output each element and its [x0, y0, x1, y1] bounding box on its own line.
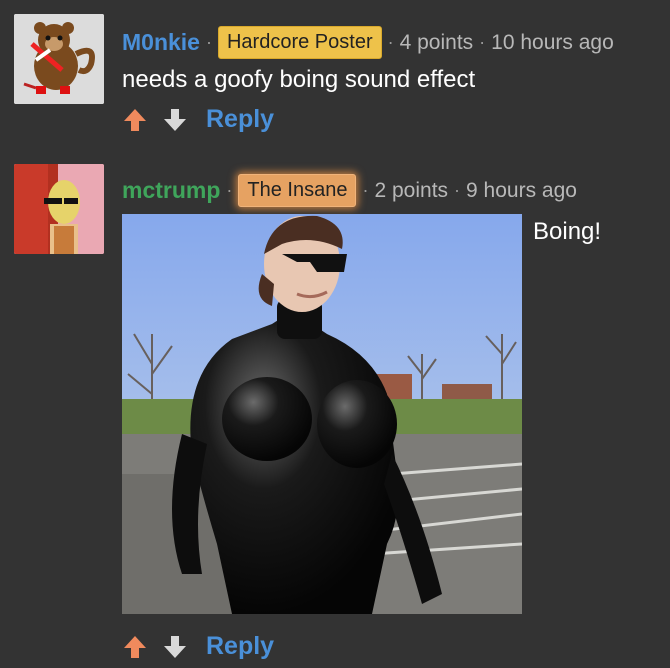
- photo-woman-latex-suit: [122, 214, 522, 614]
- user-badge: The Insane: [238, 174, 357, 207]
- character-avatar-image: [14, 164, 104, 254]
- user-badge: Hardcore Poster: [217, 26, 382, 59]
- embedded-media[interactable]: [122, 214, 522, 614]
- arrow-up-icon[interactable]: [122, 634, 148, 660]
- username-link[interactable]: M0nkie: [122, 29, 200, 56]
- comment-meta: mctrump · The Insane · 2 points · 9 hour…: [122, 174, 577, 207]
- points-count: 2 points: [374, 178, 449, 202]
- timestamp: 10 hours ago: [491, 30, 614, 54]
- arrow-down-icon[interactable]: [162, 107, 188, 133]
- comment-text: needs a goofy boing sound effect: [122, 66, 476, 93]
- monkey-avatar-image: [14, 14, 104, 104]
- separator: ·: [387, 32, 394, 52]
- timestamp: 9 hours ago: [466, 178, 577, 202]
- arrow-down-icon[interactable]: [162, 634, 188, 660]
- avatar[interactable]: [14, 14, 104, 104]
- reply-button[interactable]: Reply: [206, 632, 274, 661]
- username-link[interactable]: mctrump: [122, 177, 220, 204]
- comment-meta: M0nkie · Hardcore Poster · 4 points · 10…: [122, 26, 614, 59]
- avatar[interactable]: [14, 164, 104, 254]
- arrow-up-icon[interactable]: [122, 107, 148, 133]
- separator: ·: [226, 180, 233, 200]
- comment-actions: Reply: [122, 105, 274, 134]
- separator: ·: [479, 32, 486, 52]
- comment-text: Boing!: [533, 218, 602, 245]
- separator: ·: [454, 180, 461, 200]
- points-count: 4 points: [399, 30, 474, 54]
- separator: ·: [362, 180, 369, 200]
- reply-button[interactable]: Reply: [206, 105, 274, 134]
- comment-actions: Reply: [122, 632, 274, 661]
- separator: ·: [205, 32, 212, 52]
